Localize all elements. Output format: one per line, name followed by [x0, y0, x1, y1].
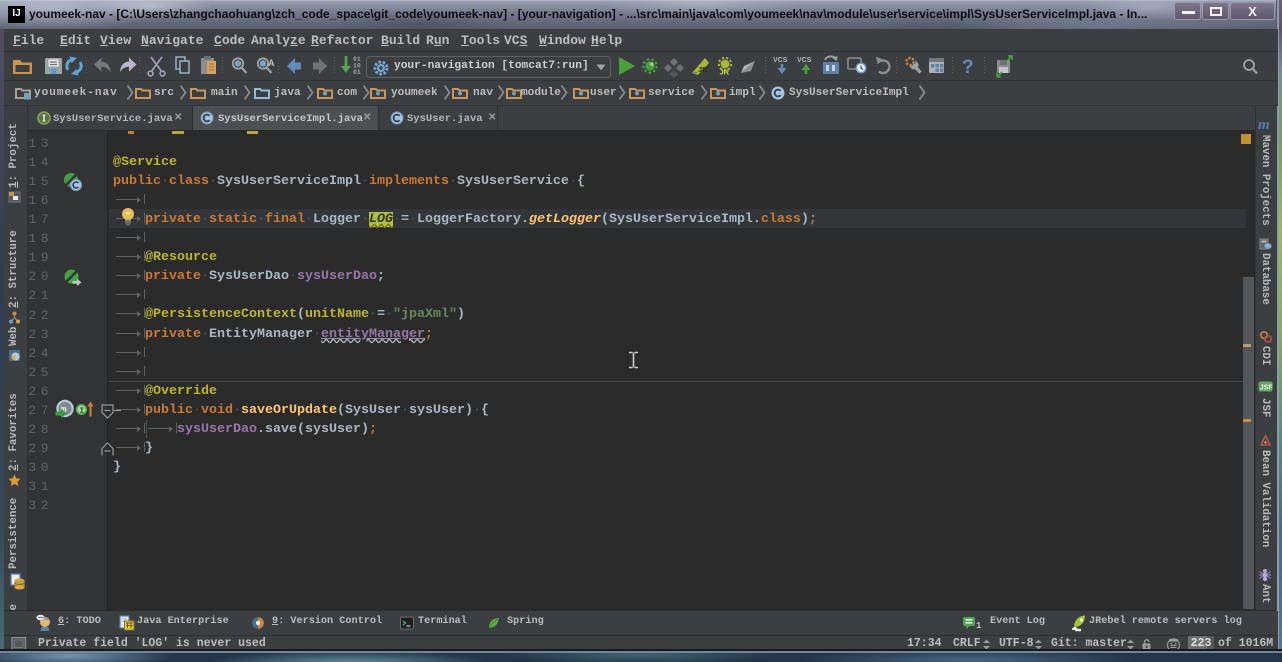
svg-text:JSF: JSF — [1260, 385, 1273, 392]
svg-text:?: ? — [962, 57, 974, 78]
svg-text:I: I — [79, 406, 84, 416]
svg-text:JR: JR — [720, 68, 730, 77]
svg-text:1: 1 — [976, 621, 982, 630]
svg-text:01: 01 — [353, 69, 361, 76]
svg-text:A: A — [268, 58, 275, 68]
svg-text:JR: JR — [698, 65, 708, 74]
svg-text:m: m — [1258, 117, 1270, 131]
svg-text:VCS: VCS — [797, 57, 812, 64]
svg-text:VCS: VCS — [773, 57, 788, 64]
